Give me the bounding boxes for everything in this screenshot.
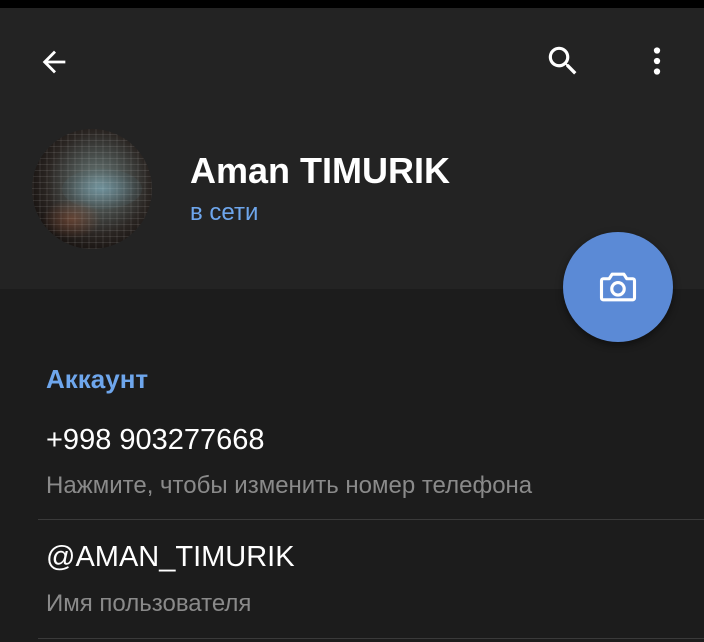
username-item[interactable]: @AMAN_TIMURIK Имя пользователя (0, 520, 704, 638)
divider (38, 638, 704, 639)
status-bar (0, 0, 704, 8)
avatar-photo-texture (32, 129, 152, 249)
profile-name: Aman TIMURIK (190, 150, 450, 191)
online-status: в сети (190, 199, 259, 226)
camera-icon (599, 272, 637, 302)
more-options-button[interactable] (629, 33, 685, 89)
search-icon (548, 46, 577, 75)
username-hint: Имя пользователя (46, 590, 252, 617)
avatar[interactable] (32, 129, 152, 249)
account-section-title: Аккаунт (46, 364, 149, 394)
more-vertical-icon (653, 47, 661, 75)
set-photo-button[interactable] (563, 232, 673, 342)
profile-screen: Aman TIMURIK в сети Аккаунт +998 9032776… (0, 0, 704, 642)
arrow-left-icon (42, 50, 66, 74)
back-button[interactable] (26, 34, 82, 90)
phone-number-item[interactable]: +998 903277668 Нажмите, чтобы изменить н… (0, 410, 704, 520)
phone-number-value: +998 903277668 (46, 424, 265, 456)
phone-number-hint: Нажмите, чтобы изменить номер телефона (46, 472, 533, 499)
search-button[interactable] (535, 33, 591, 89)
username-value: @AMAN_TIMURIK (46, 541, 295, 573)
